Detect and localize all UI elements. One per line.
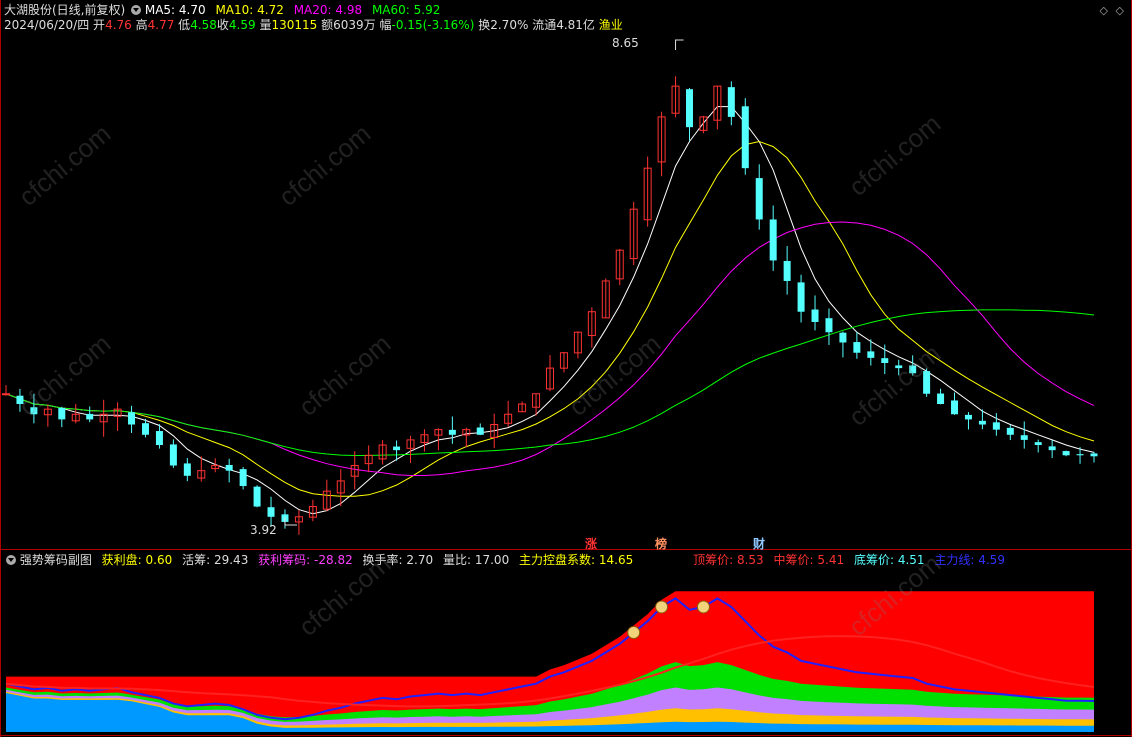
candle-body — [476, 427, 484, 435]
price-markers — [284, 39, 684, 526]
candle-body — [141, 423, 149, 435]
limit-up-tag[interactable]: 涨 — [585, 535, 597, 552]
candle-body — [992, 422, 1000, 430]
candle-body — [741, 106, 749, 169]
high-marker-arrow — [675, 39, 684, 50]
candle-body — [1048, 446, 1056, 451]
active-value: 29.43 — [213, 553, 249, 567]
control-label: 主力控盘系数: — [519, 553, 596, 567]
chart-canvas[interactable] — [0, 0, 1132, 737]
low-price-marker: 3.92 — [250, 523, 277, 537]
candle-body — [128, 412, 136, 425]
money-bag-icon — [655, 600, 669, 614]
candle-body — [1062, 451, 1070, 456]
candle-body — [755, 178, 763, 220]
money-bag-icon — [696, 600, 710, 614]
ma5-line — [5, 106, 1095, 515]
moving-average-lines — [5, 106, 1095, 515]
chip-distribution-bands — [5, 591, 1095, 732]
profit-chip-label: 获利筹码: — [258, 553, 311, 567]
volume-ratio-label: 量比: — [442, 553, 472, 567]
candle-body — [86, 413, 94, 420]
high-price-marker: 8.65 — [612, 36, 639, 50]
candlestick-series — [2, 76, 1098, 535]
ranking-tag[interactable]: 榜 — [655, 535, 667, 552]
candle-body — [1020, 435, 1028, 440]
candle-body — [769, 219, 777, 261]
volume-ratio-value: 17.00 — [474, 553, 510, 567]
candle-body — [267, 507, 275, 517]
candle-body — [1034, 442, 1042, 446]
profit-chip-value: -28.82 — [314, 553, 353, 567]
dropdown-icon[interactable] — [6, 555, 16, 565]
candle-body — [183, 463, 191, 476]
control-value: 14.65 — [598, 553, 634, 567]
candle-body — [239, 469, 247, 487]
top-price-label: 顶筹价: — [693, 553, 734, 567]
bottom-price-label: 底筹价: — [853, 553, 894, 567]
profit-value: 0.60 — [145, 553, 173, 567]
candle-body — [253, 486, 261, 507]
ma10-line — [5, 140, 1095, 497]
candle-body — [964, 414, 972, 420]
candle-body — [58, 407, 66, 420]
candle-body — [169, 444, 177, 466]
indicator-name[interactable]: 强势筹码副图 — [20, 553, 92, 567]
candle-body — [727, 87, 735, 117]
candle-body — [825, 318, 833, 333]
candle-body — [1076, 454, 1084, 456]
candle-body — [881, 358, 889, 363]
candle-body — [225, 464, 233, 471]
sub-chart-header: 强势筹码副图 获利盘: 0.60 活筹: 29.43 获利筹码: -28.82 … — [4, 552, 1005, 568]
candle-body — [978, 420, 986, 425]
mid-price-value: 5.41 — [817, 553, 845, 567]
candle-body — [797, 282, 805, 312]
candle-body — [1090, 453, 1098, 457]
candle-body — [393, 446, 401, 451]
candle-body — [1006, 427, 1014, 435]
candle-body — [951, 400, 959, 415]
money-bag-icon — [627, 626, 641, 640]
candle-body — [2, 393, 10, 396]
candle-body — [448, 429, 456, 435]
main-line-value: 4.59 — [978, 553, 1005, 567]
turnover-value: 2.70 — [406, 553, 434, 567]
candle-body — [853, 342, 861, 353]
candle-body — [783, 260, 791, 281]
candle-body — [867, 351, 875, 358]
candle-body — [839, 332, 847, 343]
candle-body — [811, 309, 819, 322]
finance-tag[interactable]: 财 — [753, 535, 765, 552]
mid-price-label: 中筹价: — [773, 553, 814, 567]
candle-body — [937, 393, 945, 405]
candle-body — [155, 431, 163, 446]
profit-label: 获利盘: — [101, 553, 142, 567]
candle-body — [685, 89, 693, 128]
top-price-value: 8.53 — [736, 553, 764, 567]
active-label: 活筹: — [182, 553, 211, 567]
